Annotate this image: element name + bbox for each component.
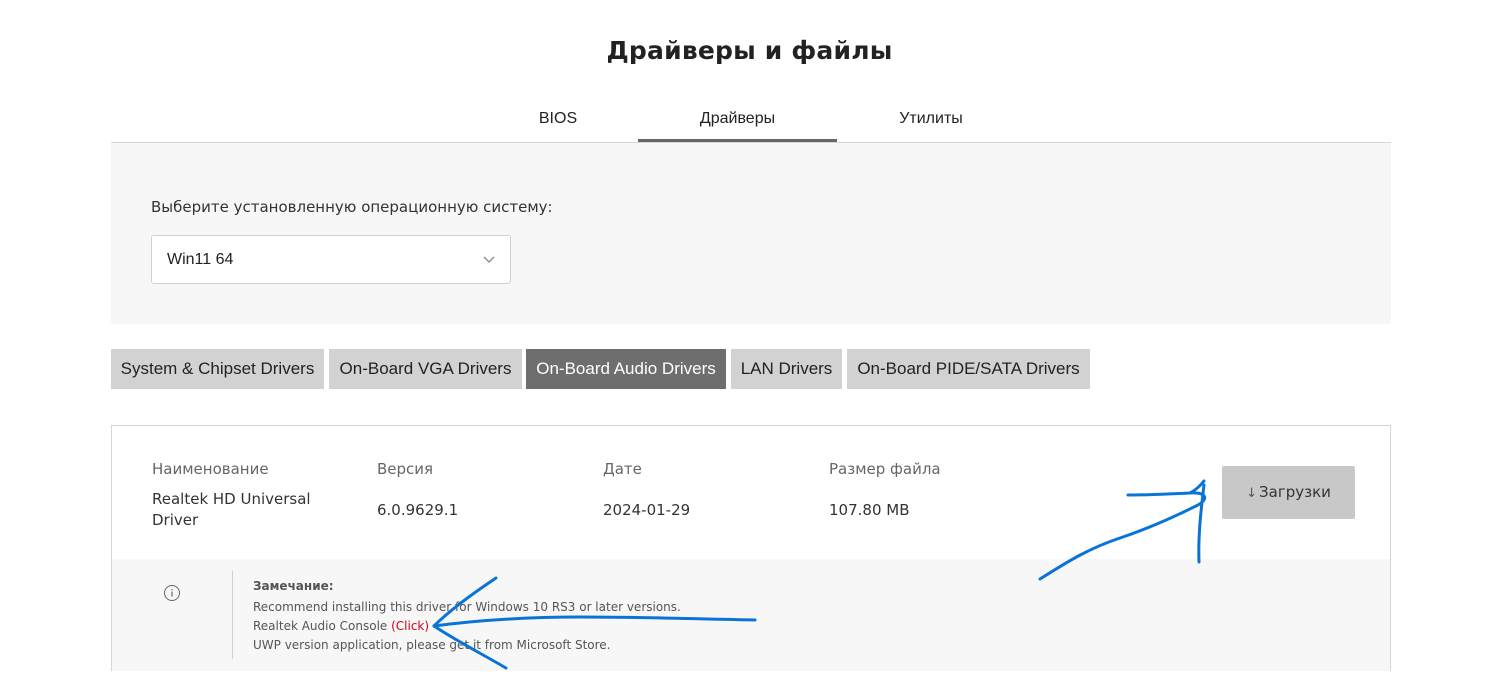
- category-pide-sata[interactable]: On-Board PIDE/SATA Drivers: [847, 349, 1090, 389]
- tab-drivers[interactable]: Драйверы: [638, 100, 837, 142]
- os-select-dropdown[interactable]: Win11 64: [151, 235, 511, 284]
- driver-note: Замечание: Recommend installing this dri…: [112, 559, 1390, 671]
- download-arrow-icon: ↓: [1246, 486, 1258, 501]
- os-selection-panel: Выберите установленную операционную сист…: [111, 143, 1391, 324]
- note-line-3: UWP version application, please get it f…: [253, 638, 611, 652]
- note-line-2-text: Realtek Audio Console: [253, 619, 388, 633]
- note-line-2: Realtek Audio Console (Click): [253, 619, 429, 633]
- page-title: Драйверы и файлы: [606, 36, 893, 65]
- tab-bar: BIOS Драйверы Утилиты: [111, 100, 1391, 143]
- driver-version: 6.0.9629.1: [377, 501, 459, 519]
- note-line-1: Recommend installing this driver for Win…: [253, 600, 681, 614]
- driver-size: 107.80 MB: [829, 501, 910, 519]
- os-select-value: Win11 64: [167, 251, 234, 268]
- driver-name-line2: Driver: [152, 511, 199, 529]
- category-system-chipset[interactable]: System & Chipset Drivers: [111, 349, 324, 389]
- download-label: Загрузки: [1259, 483, 1331, 501]
- download-button[interactable]: ↓ Загрузки: [1222, 466, 1355, 519]
- driver-name-line1: Realtek HD Universal: [152, 490, 311, 508]
- tab-utilities[interactable]: Утилиты: [867, 100, 995, 142]
- driver-name: Realtek HD Universal Driver: [152, 489, 311, 531]
- audio-console-link[interactable]: (Click): [391, 619, 429, 633]
- header-version: Версия: [377, 460, 434, 478]
- info-icon: [164, 585, 180, 601]
- header-size: Размер файла: [829, 460, 941, 478]
- driver-card: Наименование Версия Дате Размер файла Re…: [111, 425, 1391, 671]
- category-lan[interactable]: LAN Drivers: [731, 349, 842, 389]
- header-name: Наименование: [152, 460, 269, 478]
- note-divider: [232, 571, 233, 659]
- category-audio[interactable]: On-Board Audio Drivers: [526, 349, 726, 389]
- os-select-label: Выберите установленную операционную сист…: [151, 198, 553, 216]
- chevron-down-icon: [483, 256, 495, 263]
- header-date: Дате: [603, 460, 642, 478]
- note-title: Замечание:: [253, 579, 334, 593]
- tab-bios[interactable]: BIOS: [508, 100, 608, 142]
- driver-date: 2024-01-29: [603, 501, 691, 519]
- category-vga[interactable]: On-Board VGA Drivers: [329, 349, 522, 389]
